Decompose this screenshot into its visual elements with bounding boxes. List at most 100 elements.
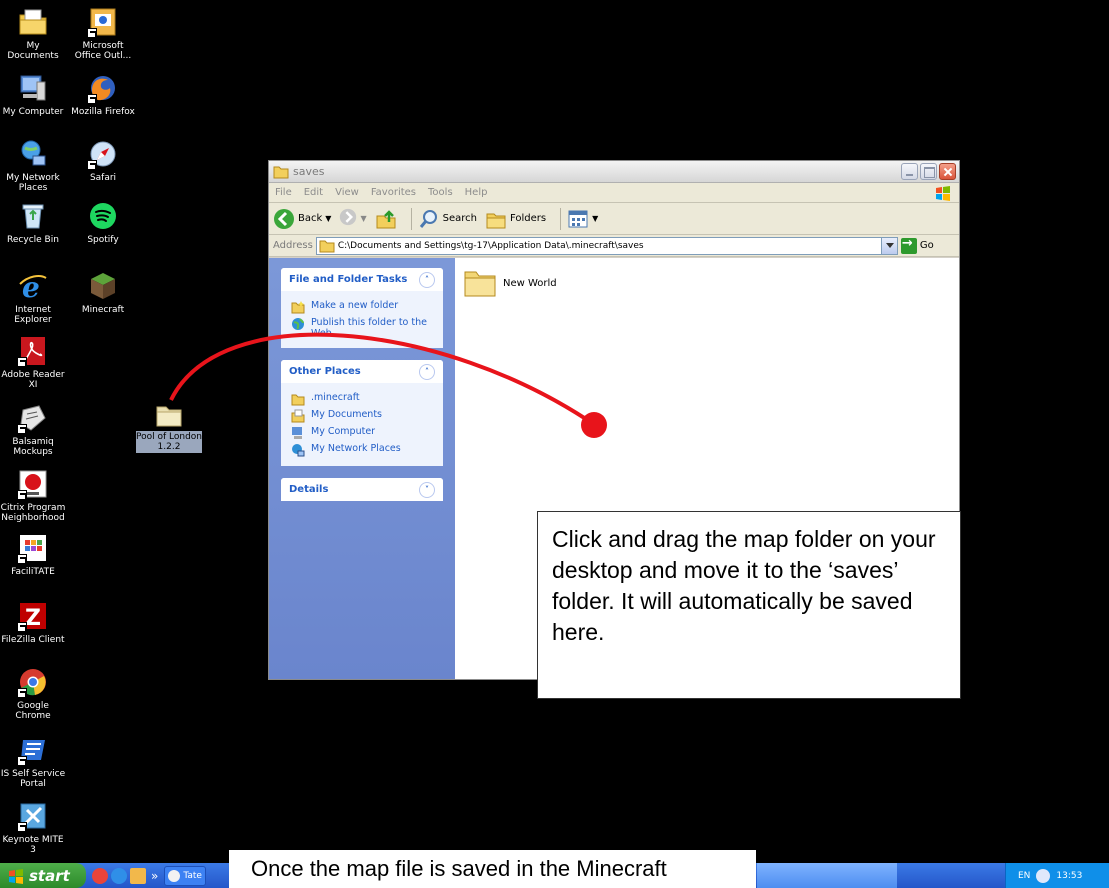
place-label: My Network Places xyxy=(311,443,401,454)
place-network-places[interactable]: My Network Places xyxy=(291,443,433,457)
start-label: start xyxy=(29,866,70,885)
group-header[interactable]: Other Places ˄ xyxy=(281,360,443,383)
chevron-down-icon[interactable]: ▼ xyxy=(325,214,331,223)
group-header[interactable]: Details ˅ xyxy=(281,478,443,501)
chrome-icon[interactable] xyxy=(92,867,108,884)
desktop-icon-label: Minecraft xyxy=(81,305,125,315)
desktop-icon-minecraft[interactable]: Minecraft xyxy=(70,270,136,315)
desktop-icon-my-documents[interactable]: My Documents xyxy=(0,6,66,61)
place-minecraft[interactable]: .minecraft xyxy=(291,392,433,406)
desktop-icon-firefox[interactable]: Mozilla Firefox xyxy=(70,72,136,117)
maximize-button[interactable] xyxy=(920,163,937,180)
chevron-down-icon[interactable]: ▼ xyxy=(360,214,366,223)
desktop-icon-safari[interactable]: Safari xyxy=(70,138,136,183)
place-my-computer[interactable]: My Computer xyxy=(291,426,433,440)
up-folder-icon xyxy=(376,209,396,228)
desktop-icon-network-places[interactable]: My Network Places xyxy=(0,138,66,193)
desktop-icon-label: Spotify xyxy=(87,235,119,245)
folder-new-world[interactable]: New World xyxy=(463,268,557,298)
desktop-icon-internet-explorer[interactable]: e Internet Explorer xyxy=(0,270,66,325)
desktop-icon-citrix[interactable]: Citrix Program Neighborhood xyxy=(0,468,66,523)
window-titlebar[interactable]: saves xyxy=(269,161,959,183)
collapse-chevron-icon[interactable]: ˄ xyxy=(419,363,435,380)
internet-explorer-icon[interactable] xyxy=(111,867,127,884)
desktop-icon-label: Internet Explorer xyxy=(14,305,52,325)
task-publish-to-web[interactable]: Publish this folder to the Web xyxy=(291,317,433,339)
minimize-button[interactable] xyxy=(901,163,918,180)
task-make-new-folder[interactable]: Make a new folder xyxy=(291,300,433,314)
shortcut-arrow-icon xyxy=(87,160,97,170)
desktop-icon-outlook[interactable]: Microsoft Office Outl... xyxy=(70,6,136,61)
spotify-icon xyxy=(90,203,116,229)
quick-launch: » xyxy=(92,867,158,884)
quick-launch-more-button[interactable]: » xyxy=(151,869,158,883)
forward-button[interactable]: ▼ xyxy=(339,208,367,229)
recycle-bin-icon xyxy=(22,204,44,229)
desktop-map-folder-label: Pool of London 1.2.2 xyxy=(136,431,203,453)
task-label: Make a new folder xyxy=(311,300,399,311)
tray-expand-icon[interactable] xyxy=(1036,868,1051,883)
up-folder-button[interactable] xyxy=(375,208,397,230)
search-button[interactable]: Search xyxy=(418,208,477,230)
address-input[interactable]: C:\Documents and Settings\tg-17\Applicat… xyxy=(315,236,898,255)
desktop-icon-label: Microsoft Office Outl... xyxy=(74,41,132,61)
task-label: Tate xyxy=(183,870,202,881)
back-button[interactable]: Back ▼ xyxy=(273,208,331,230)
menu-favorites[interactable]: Favorites xyxy=(365,187,422,198)
group-header[interactable]: File and Folder Tasks ˄ xyxy=(281,268,443,291)
desktop-icon-label: IS Self Service Portal xyxy=(0,769,66,789)
menu-help[interactable]: Help xyxy=(459,187,494,198)
window-title: saves xyxy=(293,165,325,178)
collapse-chevron-icon[interactable]: ˄ xyxy=(419,271,435,288)
menu-edit[interactable]: Edit xyxy=(298,187,329,198)
place-label: My Documents xyxy=(311,409,383,420)
language-indicator[interactable]: EN xyxy=(1018,871,1030,881)
shortcut-arrow-icon xyxy=(17,756,27,766)
my-documents-icon xyxy=(19,9,47,35)
go-label: Go xyxy=(919,240,934,251)
desktop-icon-facilitate[interactable]: FaciliTATE xyxy=(0,532,66,577)
expand-chevron-icon[interactable]: ˅ xyxy=(419,481,435,498)
desktop-icon-filezilla[interactable]: Z FileZilla Client xyxy=(0,600,66,645)
desktop-icon-spotify[interactable]: Spotify xyxy=(70,200,136,245)
folder-icon xyxy=(319,240,335,252)
chevron-down-icon[interactable]: ▼ xyxy=(592,214,598,223)
desktop-icon-recycle-bin[interactable]: Recycle Bin xyxy=(0,200,66,245)
outlook-icon[interactable] xyxy=(130,867,146,884)
desktop-icon-keynote[interactable]: Keynote MITE 3 xyxy=(0,800,66,855)
views-button[interactable]: ▼ xyxy=(567,208,598,230)
menu-view[interactable]: View xyxy=(329,187,365,198)
start-button[interactable]: start xyxy=(0,863,86,888)
menu-tools[interactable]: Tools xyxy=(422,187,459,198)
desktop-icon-self-service[interactable]: IS Self Service Portal xyxy=(0,734,66,789)
desktop-icon-my-computer[interactable]: My Computer xyxy=(0,72,66,117)
folders-button[interactable]: Folders xyxy=(485,208,546,230)
place-my-documents[interactable]: My Documents xyxy=(291,409,433,423)
desktop-icon-balsamiq[interactable]: Balsamiq Mockups xyxy=(0,402,66,457)
menu-file[interactable]: File xyxy=(269,187,298,198)
clock: 13:53 xyxy=(1056,870,1083,881)
folder-icon xyxy=(464,271,496,297)
taskbar-segment xyxy=(757,863,897,888)
chrome-icon xyxy=(168,869,181,882)
desktop-icon-adobe-reader[interactable]: Adobe Reader XI xyxy=(0,335,66,390)
other-places-group: Other Places ˄ .minecraft My Documents M… xyxy=(281,360,443,466)
shortcut-arrow-icon xyxy=(17,822,27,832)
internet-explorer-icon: e xyxy=(19,271,47,302)
file-folder-tasks-group: File and Folder Tasks ˄ Make a new folde… xyxy=(281,268,443,348)
folder-icon xyxy=(291,394,305,406)
folders-icon xyxy=(486,213,506,228)
close-button[interactable] xyxy=(939,163,956,180)
desktop-map-folder[interactable]: Pool of London 1.2.2 xyxy=(136,402,202,453)
my-computer-icon xyxy=(20,75,46,101)
address-bar: Address C:\Documents and Settings\tg-17\… xyxy=(269,235,959,257)
desktop-icon-chrome[interactable]: Google Chrome xyxy=(0,666,66,721)
group-title: Other Places xyxy=(289,366,361,377)
folder-icon xyxy=(273,166,289,178)
go-button[interactable]: Go xyxy=(900,236,934,254)
desktop-icon-label: Balsamiq Mockups xyxy=(12,437,54,457)
globe-icon xyxy=(292,318,304,330)
taskbar-task-tate[interactable]: Tate xyxy=(164,865,207,886)
search-icon xyxy=(419,209,437,228)
address-dropdown-button[interactable] xyxy=(880,237,897,254)
